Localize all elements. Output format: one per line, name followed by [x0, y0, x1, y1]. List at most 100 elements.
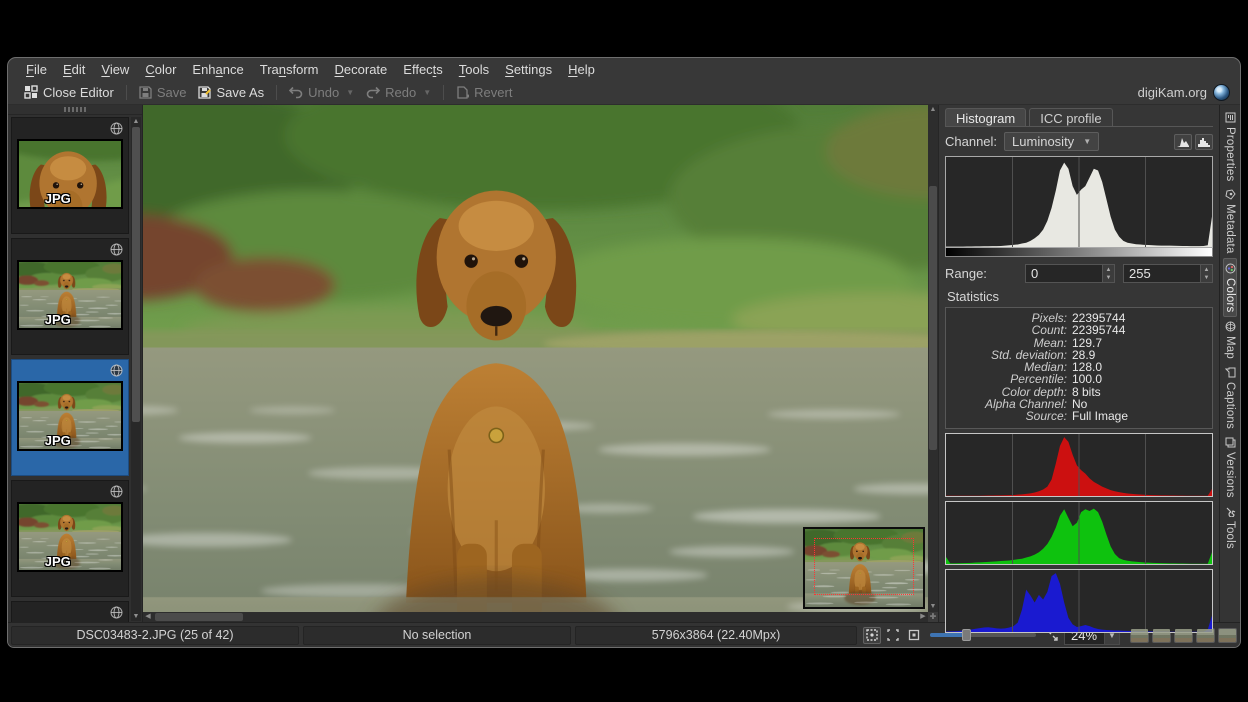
- filmstrip-thumbnail-5[interactable]: JPG: [11, 601, 129, 622]
- statusbar-thumb-button-2[interactable]: [1152, 628, 1171, 643]
- spinner-arrows-icon[interactable]: ▲▼: [1200, 265, 1212, 282]
- statusbar-thumb-button-6[interactable]: [1240, 628, 1241, 643]
- filmstrip-thumbnail-2[interactable]: JPG: [11, 238, 129, 355]
- statistics-title: Statistics: [947, 289, 1213, 304]
- menu-tools[interactable]: Tools: [451, 59, 497, 80]
- canvas-vertical-scrollbar[interactable]: ▲ ▼: [928, 105, 938, 612]
- thumbnail-image[interactable]: JPG: [17, 139, 123, 209]
- scroll-down-icon[interactable]: ▼: [131, 612, 141, 621]
- format-badge: JPG: [45, 312, 71, 327]
- pan-tool-button[interactable]: ✛: [928, 612, 938, 622]
- chevron-down-icon[interactable]: ▼: [346, 88, 354, 97]
- save-as-icon: [198, 86, 211, 99]
- red-histogram[interactable]: [945, 433, 1213, 497]
- luminosity-histogram[interactable]: [945, 156, 1213, 248]
- green-histogram[interactable]: [945, 501, 1213, 565]
- digikam-editor-window: FileEditViewColorEnhanceTransformDecorat…: [7, 57, 1241, 648]
- statusbar-thumb-button-5[interactable]: [1218, 628, 1237, 643]
- pan-selection-rect[interactable]: [814, 538, 914, 595]
- format-badge: JPG: [45, 191, 71, 206]
- editor-canvas[interactable]: ▲ ▼ ◀ ▶ ✛: [143, 105, 938, 622]
- fit-selection-button[interactable]: [884, 627, 902, 644]
- captions-icon: [1225, 367, 1236, 378]
- status-file-info: DSC03483-2.JPG (25 of 42): [11, 626, 299, 645]
- fit-window-button[interactable]: [863, 627, 881, 644]
- colors-icon: [1225, 263, 1236, 274]
- statusbar-thumb-button-3[interactable]: [1174, 628, 1193, 643]
- mini-image-icon: [1175, 629, 1192, 642]
- zoom-slider-handle[interactable]: [962, 629, 971, 641]
- statusbar-thumb-button-1[interactable]: [1130, 628, 1149, 643]
- range-max-input[interactable]: 255 ▲▼: [1123, 264, 1213, 283]
- chevron-down-icon[interactable]: ▼: [423, 88, 431, 97]
- menu-view[interactable]: View: [93, 59, 137, 80]
- filmstrip-thumbnail-3[interactable]: JPG: [11, 359, 129, 476]
- statistics-table: Pixels:22395744Count:22395744Mean:129.7S…: [945, 307, 1213, 429]
- menu-color[interactable]: Color: [137, 59, 184, 80]
- sidebar-tab-versions[interactable]: Versions: [1224, 433, 1236, 502]
- save-icon: [139, 86, 152, 99]
- sidebar-tab-captions[interactable]: Captions: [1224, 363, 1236, 433]
- range-label: Range:: [945, 266, 987, 281]
- format-badge: JPG: [45, 554, 71, 569]
- zoom-slider[interactable]: [930, 633, 1036, 637]
- undo-icon: [289, 86, 303, 99]
- map-icon: [1225, 321, 1236, 332]
- channel-select[interactable]: Luminosity ▼: [1004, 132, 1099, 151]
- stat-row: Percentile:100.0: [952, 373, 1206, 385]
- sidebar-tab-colors[interactable]: Colors: [1223, 258, 1237, 317]
- scroll-up-icon[interactable]: ▲: [131, 117, 141, 126]
- canvas-horizontal-scrollbar[interactable]: ◀ ▶: [143, 612, 928, 622]
- redo-icon: [366, 86, 380, 99]
- menu-effects[interactable]: Effects: [395, 59, 451, 80]
- tab-icc-profile[interactable]: ICC profile: [1029, 108, 1112, 126]
- undo-button[interactable]: Undo▼: [283, 83, 360, 102]
- status-selection-info: No selection: [303, 626, 571, 645]
- linear-scale-button[interactable]: [1174, 134, 1192, 150]
- stat-row: Count:22395744: [952, 324, 1206, 336]
- stat-row: Source:Full Image: [952, 410, 1206, 422]
- close-editor-button[interactable]: Close Editor: [18, 83, 120, 102]
- zoom-100-button[interactable]: [905, 627, 923, 644]
- sidebar-tab-tools[interactable]: Tools: [1224, 502, 1236, 553]
- filmstrip-panel: JPG JPG JPG JPG JPG ▲ ▼: [8, 105, 143, 622]
- menu-transform[interactable]: Transform: [252, 59, 327, 80]
- thumbnail-image[interactable]: JPG: [17, 260, 123, 330]
- sidebar-tab-map[interactable]: Map: [1224, 317, 1236, 363]
- filmstrip-thumbnail-4[interactable]: JPG: [11, 480, 129, 597]
- sidebar-tab-properties[interactable]: Properties: [1224, 108, 1236, 185]
- save-button[interactable]: Save: [133, 83, 193, 102]
- menu-file[interactable]: File: [18, 59, 55, 80]
- save-as-button[interactable]: Save As: [192, 83, 270, 102]
- range-min-input[interactable]: 0 ▲▼: [1025, 264, 1115, 283]
- tab-histogram[interactable]: Histogram: [945, 108, 1026, 126]
- menu-decorate[interactable]: Decorate: [327, 59, 396, 80]
- right-sidebar-panel: Histogram ICC profile Channel: Luminosit…: [938, 105, 1219, 622]
- close-editor-icon: [24, 85, 38, 99]
- thumbnail-image[interactable]: JPG: [17, 502, 123, 572]
- filmstrip-grip-handle[interactable]: [64, 107, 86, 112]
- sidebar-tab-metadata[interactable]: Metadata: [1224, 185, 1236, 258]
- logarithmic-scale-button[interactable]: [1195, 134, 1213, 150]
- spinner-arrows-icon[interactable]: ▲▼: [1102, 265, 1114, 282]
- menu-settings[interactable]: Settings: [497, 59, 560, 80]
- chevron-down-icon: ▼: [1083, 137, 1091, 146]
- filmstrip-scrollbar[interactable]: ▲ ▼: [131, 117, 141, 621]
- mini-image-icon: [1131, 629, 1148, 642]
- menu-help[interactable]: Help: [560, 59, 603, 80]
- revert-button[interactable]: Revert: [450, 83, 518, 102]
- menu-enhance[interactable]: Enhance: [184, 59, 251, 80]
- histogram-tab-bar: Histogram ICC profile: [945, 108, 1213, 126]
- format-badge: JPG: [45, 433, 71, 448]
- pan-overview-thumbnail[interactable]: [803, 527, 925, 609]
- mini-image-icon: [1197, 629, 1214, 642]
- thumbnail-image[interactable]: JPG: [17, 381, 123, 451]
- toolbar: Close EditorSaveSave AsUndo▼Redo▼Revert …: [8, 80, 1240, 104]
- blue-histogram[interactable]: [945, 569, 1213, 633]
- redo-button[interactable]: Redo▼: [360, 83, 437, 102]
- geolocation-globe-icon: [110, 485, 123, 503]
- filmstrip-scrollbar-thumb[interactable]: [132, 127, 140, 422]
- statusbar-thumb-button-4[interactable]: [1196, 628, 1215, 643]
- menu-edit[interactable]: Edit: [55, 59, 93, 80]
- filmstrip-thumbnail-1[interactable]: JPG: [11, 117, 129, 234]
